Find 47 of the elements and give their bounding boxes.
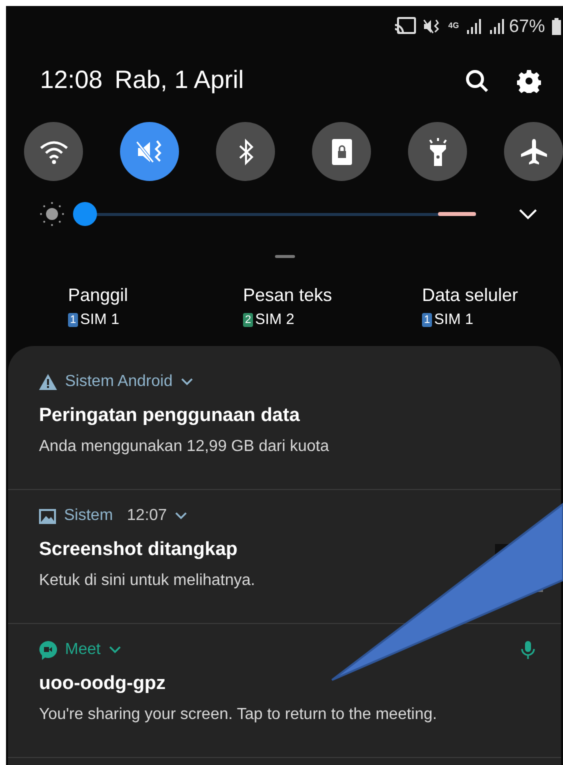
chevron-down-icon[interactable] xyxy=(180,378,193,386)
notification-time: 12:07 xyxy=(126,506,167,526)
microphone-icon[interactable] xyxy=(521,640,535,660)
mute-vibrate-icon xyxy=(423,18,442,34)
sim-badge: 2 xyxy=(243,313,254,328)
sim-name: SIM 1 xyxy=(434,310,474,330)
battery-icon xyxy=(552,18,561,34)
notification-title: uoo-oodg-gpz xyxy=(39,672,167,696)
chevron-down-icon[interactable] xyxy=(174,512,187,520)
settings-icon[interactable] xyxy=(517,69,541,93)
notification-title: Screenshot ditangkap xyxy=(39,538,238,562)
sim-badge: 1 xyxy=(68,313,78,328)
notification-title: Peringatan penggunaan data xyxy=(39,404,301,428)
wifi-icon xyxy=(38,138,68,164)
sim-setting-label: Pesan teks xyxy=(243,284,334,306)
brightness-icon xyxy=(39,201,65,227)
network-type-label: 4G xyxy=(448,22,459,30)
date-label: Rab, 1 April xyxy=(114,65,244,96)
clock-time: 12:08 xyxy=(40,65,103,96)
sim-setting-label: Data seluler xyxy=(422,284,520,306)
app-name: Sistem Android xyxy=(65,372,173,392)
screen-lock-icon xyxy=(330,138,352,166)
notification-text: Anda menggunakan 12,99 GB dari kuota xyxy=(39,437,330,457)
cast-icon xyxy=(394,17,416,35)
notification-text: Ketuk di sini untuk melihatnya. xyxy=(39,571,256,591)
battery-percentage: 67% xyxy=(508,14,545,38)
search-icon[interactable] xyxy=(465,69,489,93)
signal-icon xyxy=(466,18,482,34)
brightness-slider[interactable] xyxy=(73,201,476,227)
drag-handle[interactable] xyxy=(274,255,294,258)
sim-badge: 1 xyxy=(422,313,432,328)
signal-icon xyxy=(488,18,505,34)
chat-bubble-icon xyxy=(39,640,57,660)
app-name: Meet xyxy=(65,640,101,660)
sim-setting-label: Panggil xyxy=(68,284,130,306)
sim-name: SIM 2 xyxy=(255,310,294,330)
brightness-thumb[interactable] xyxy=(73,202,97,226)
image-icon xyxy=(39,508,56,524)
sim-setting-item[interactable]: Pesan teks 2 SIM 2 xyxy=(233,284,398,346)
airplane-icon xyxy=(518,136,548,166)
warning-icon xyxy=(39,374,57,390)
notification-text: You're sharing your screen. Tap to return to the meeting. xyxy=(39,705,438,725)
sim-name: SIM 1 xyxy=(80,310,120,330)
app-name: Sistem xyxy=(64,506,113,526)
notification-card[interactable]: Sistem Android Peringatan penggunaan data Anda menggunakan 12,99 GB dari kuota xyxy=(8,356,561,490)
sim-setting-item[interactable]: Data seluler 1 SIM 1 xyxy=(398,284,563,346)
sim-setting-item[interactable]: Panggil 1 SIM 1 xyxy=(68,284,233,346)
